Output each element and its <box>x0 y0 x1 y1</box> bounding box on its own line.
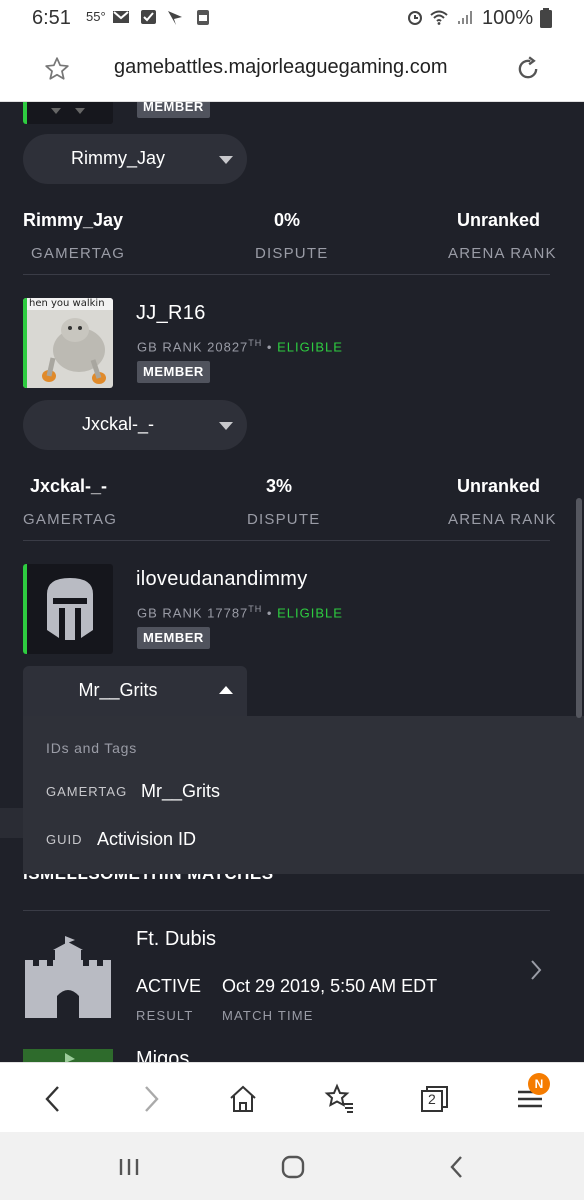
forward-arrow-icon[interactable] <box>132 1081 168 1117</box>
battery-icon <box>540 8 552 28</box>
temperature: 55° <box>86 9 106 24</box>
clock: 6:51 <box>32 7 71 29</box>
gb-rank: GB RANK 20827TH • ELIGIBLE <box>137 338 343 354</box>
battery-percent: 100% <box>482 7 534 29</box>
member-avatar[interactable] <box>23 102 113 124</box>
alarm-icon <box>408 11 422 25</box>
browser-toolbar: 2 <box>0 1062 584 1132</box>
gamertag-select-value: Rimmy_Jay <box>70 148 165 168</box>
option-type: GAMERTAG <box>46 784 128 799</box>
option-value: Mr__Grits <box>141 781 221 801</box>
gamertag-label: GAMERTAG <box>31 245 126 262</box>
gamertag-dropdown-menu: IDs and Tags GAMERTAG Mr__Grits GUID Act… <box>23 716 584 874</box>
arena-rank-value: Unranked <box>457 210 541 230</box>
match-title: Ft. Dubis <box>136 928 217 950</box>
match-title: Migos <box>136 1048 190 1062</box>
member-avatar[interactable]: hen you walkin <box>23 298 113 388</box>
chevron-down-icon <box>219 156 233 164</box>
mail-icon <box>113 11 129 23</box>
roster-page: MEMBER Rimmy_Jay Rimmy_Jay 0% Unranked G… <box>0 102 584 1062</box>
dropdown-group-label: IDs and Tags <box>46 740 138 756</box>
match-row[interactable]: Migos <box>0 1046 584 1062</box>
back-arrow-icon[interactable] <box>36 1081 72 1117</box>
status-bar: 6:51 55° 100% <box>0 0 584 36</box>
spartan-helmet-icon <box>47 578 93 640</box>
dropdown-option-gamertag[interactable]: GAMERTAG Mr__Grits <box>23 772 584 812</box>
match-time: Oct 29 2019, 5:50 AM EDT <box>222 976 438 996</box>
match-result: ACTIVE <box>136 976 202 996</box>
gb-rank-suffix: TH <box>248 338 263 348</box>
check-box-icon <box>141 10 156 24</box>
battery-saver-icon <box>197 10 209 25</box>
result-label: RESULT <box>136 1008 194 1023</box>
gb-rank-suffix: TH <box>248 604 263 614</box>
reload-icon[interactable] <box>514 55 542 83</box>
gb-rank: GB RANK 17787TH • ELIGIBLE <box>137 604 343 620</box>
gamertag-label: GAMERTAG <box>23 511 118 528</box>
tabs-count: 2 <box>428 1091 436 1107</box>
member-name[interactable]: JJ_R16 <box>136 302 206 325</box>
chevron-right-icon <box>531 960 542 980</box>
system-navigation-bar <box>0 1132 584 1200</box>
gamertag-select-value: Jxckal-_- <box>81 414 154 434</box>
gamertag-value: Jxckal-_- <box>30 476 108 496</box>
gb-rank-number: GB RANK 20827 <box>137 339 249 355</box>
gamertag-select[interactable]: Mr__Grits <box>23 666 247 718</box>
eligibility-status: ELIGIBLE <box>277 605 343 621</box>
home-button-icon[interactable] <box>278 1152 308 1182</box>
member-badge: MEMBER <box>137 102 210 118</box>
member-badge: MEMBER <box>137 627 210 649</box>
scrollbar[interactable] <box>576 498 582 718</box>
member-avatar[interactable] <box>23 564 113 654</box>
option-value: Activision ID <box>97 829 197 849</box>
gamertag-select[interactable]: Jxckal-_- <box>23 400 247 450</box>
dropdown-option-guid[interactable]: GUID Activision ID <box>23 820 584 860</box>
avatar-caption: hen you walkin <box>29 298 105 309</box>
gamertag-select-value: Mr__Grits <box>78 680 158 700</box>
option-type: GUID <box>46 832 83 847</box>
match-row[interactable]: Ft. Dubis ACTIVE Oct 29 2019, 5:50 AM ED… <box>0 920 584 1030</box>
bookmarks-icon[interactable] <box>321 1081 357 1117</box>
dispute-value: 3% <box>266 476 293 496</box>
member-name[interactable]: iloveudanandimmy <box>136 568 308 591</box>
gamertag-value: Rimmy_Jay <box>23 210 124 230</box>
gamertag-select[interactable]: Rimmy_Jay <box>23 134 247 184</box>
sprint-icon <box>168 11 182 25</box>
menu-notification-badge: N <box>528 1073 550 1095</box>
dispute-label: DISPUTE <box>247 511 321 528</box>
arena-rank-label: ARENA RANK <box>448 245 557 262</box>
dispute-label: DISPUTE <box>255 245 329 262</box>
arena-rank-value: Unranked <box>457 476 541 496</box>
separator-dot: • <box>266 605 278 621</box>
bookmark-star-icon[interactable] <box>44 56 70 82</box>
signal-icon <box>458 11 472 24</box>
arena-rank-label: ARENA RANK <box>448 511 557 528</box>
url-text[interactable]: gamebattles.majorleaguegaming.com <box>114 56 448 79</box>
divider <box>23 910 550 911</box>
avatar-image <box>23 298 113 388</box>
back-button-icon[interactable] <box>442 1152 472 1182</box>
divider <box>23 540 550 541</box>
wifi-icon <box>430 10 448 25</box>
active-indicator <box>23 298 27 388</box>
dispute-value: 0% <box>274 210 301 230</box>
home-icon[interactable] <box>225 1081 261 1117</box>
address-bar: gamebattles.majorleaguegaming.com <box>0 36 584 102</box>
divider <box>23 274 550 275</box>
chevron-down-icon <box>219 422 233 430</box>
eligibility-status: ELIGIBLE <box>277 339 343 355</box>
avatar-image <box>27 102 113 124</box>
castle-icon <box>23 1049 113 1062</box>
recent-apps-icon[interactable] <box>114 1152 144 1182</box>
castle-icon <box>25 934 111 1018</box>
gb-rank-number: GB RANK 17787 <box>137 605 249 621</box>
chevron-up-icon <box>219 686 233 694</box>
member-badge: MEMBER <box>137 361 210 383</box>
match-time-label: MATCH TIME <box>222 1008 314 1023</box>
separator-dot: • <box>266 339 278 355</box>
